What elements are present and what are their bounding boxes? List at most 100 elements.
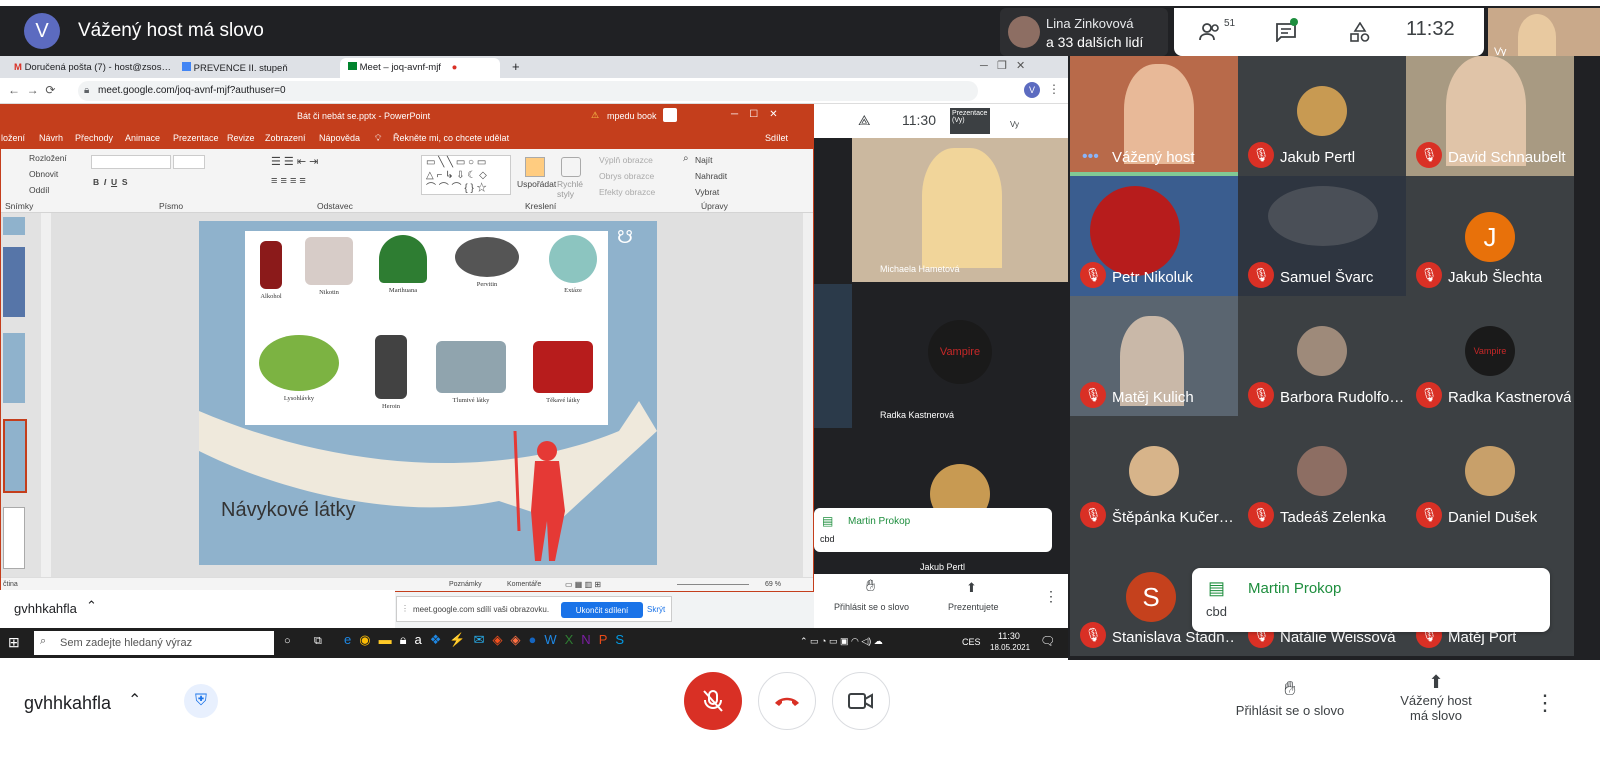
font-size-select[interactable] (173, 155, 205, 169)
tab-prevence[interactable]: PREVENCE II. stupeň (174, 58, 338, 78)
tile-samuel-svarc[interactable]: 🎙︎ Samuel Švarc (1238, 176, 1406, 296)
select-button[interactable]: Vybrat (695, 187, 719, 197)
cortana-icon[interactable]: ○ (284, 635, 291, 647)
slide-thumb[interactable] (3, 217, 25, 235)
menu-help[interactable]: Nápověda (319, 133, 360, 143)
new-tab-icon[interactable]: + (512, 59, 520, 74)
list-icons[interactable]: ☰ ☰ ⇤ ⇥ (271, 155, 318, 168)
inner-presenting-chip[interactable]: Prezentace (Vy) (950, 108, 990, 134)
input-language[interactable]: CES (962, 637, 981, 647)
inner-activities-icon[interactable]: ⟁ (858, 112, 871, 129)
arrange-button[interactable]: Uspořádat (517, 179, 556, 189)
menu-animations[interactable]: Animace (125, 133, 160, 143)
view-icons[interactable]: ▭ ▦ ▥ ⊞ (565, 580, 601, 589)
chevron-up-icon[interactable]: ⌃ (86, 598, 97, 614)
font-family-select[interactable] (91, 155, 171, 169)
system-tray-icons[interactable]: ⌃ ▭ ◔ ▭ ▣ ◠ ◁) ☁ (800, 636, 883, 647)
tile-barbora[interactable]: 🎙︎ Barbora Rudolfo… (1238, 296, 1406, 416)
menu-review[interactable]: Revize (227, 133, 255, 143)
quick-styles-button[interactable]: Rychlé styly (557, 179, 587, 199)
shape-effects-button[interactable]: Efekty obrazce (599, 187, 655, 197)
quick-styles-icon[interactable] (561, 157, 581, 177)
inner-chat-notification[interactable]: ▤ Martin Prokop cbd (814, 508, 1052, 552)
window-controls[interactable]: ─ ❐ ✕ (980, 59, 1025, 72)
slide-scrollbar[interactable] (803, 213, 813, 577)
profile-avatar[interactable]: V (1024, 82, 1040, 98)
align-icons[interactable]: ≡ ≡ ≡ ≡ (271, 175, 306, 187)
activities-icon[interactable] (1344, 16, 1376, 48)
leave-call-button[interactable] (758, 672, 816, 730)
menu-view[interactable]: Zobrazení (265, 133, 306, 143)
shape-outline-button[interactable]: Obrys obrazce (599, 171, 654, 181)
shapes-gallery[interactable]: ▭ ╲ ╲ ▭ ○ ▭ △ ⌐ ↳ ⇩ ☾ ◇ ⌒ ⌒ ⌒ { } ☆ (421, 155, 511, 195)
more-options-icon[interactable]: ⋮ (1534, 690, 1556, 716)
camera-toggle-button[interactable] (832, 672, 890, 730)
inner-hand-icon[interactable]: ✋︎ (866, 578, 875, 596)
tab-gmail[interactable]: M Doručená pošta (7) - host@zsos… (6, 58, 170, 78)
speaker-chip[interactable]: Lina Zinkovová a 33 dalších lidí (1000, 8, 1168, 56)
task-view-icon[interactable]: ⧉ (314, 635, 322, 648)
layout-button[interactable]: Rozložení (29, 153, 67, 163)
menu-design[interactable]: Návrh (39, 133, 63, 143)
notes-button[interactable]: Poznámky (449, 581, 482, 588)
account-icon[interactable] (663, 108, 677, 122)
section-button[interactable]: Oddíl (29, 185, 49, 195)
stop-sharing-button[interactable]: Ukončit sdílení (561, 602, 643, 618)
tile-tadeas-zelenka[interactable]: 🎙︎ Tadeáš Zelenka (1238, 416, 1406, 536)
tile-david-schnaubelt[interactable]: 🎙︎ David Schnaubelt (1406, 56, 1574, 176)
tile-jakub-slechta[interactable]: J 🎙︎ Jakub Šlechta (1406, 176, 1574, 296)
nav-buttons[interactable]: ← → ⟳ (8, 83, 55, 97)
tile-daniel-dusek[interactable]: 🎙︎ Daniel Dušek (1406, 416, 1574, 536)
find-button[interactable]: Najít (695, 155, 712, 165)
tile-radka-kastnerova[interactable]: Vampire 🎙︎ Radka Kastnerová (1406, 296, 1574, 416)
chat-notification[interactable]: ▤ Martin Prokop cbd (1192, 568, 1550, 632)
tab-meet[interactable]: Meet – joq-avnf-mjf ● (340, 58, 500, 78)
menu-insert[interactable]: ložení (1, 133, 25, 143)
tell-me-input[interactable]: Řekněte mi, co chcete udělat (393, 133, 509, 143)
tile-vazeny-host[interactable]: ••• Vážený host (1070, 56, 1238, 176)
inner-presenting-label[interactable]: Prezentujete (948, 602, 999, 612)
raise-hand-button[interactable]: ✋︎ Přihlásit se o slovo (1220, 678, 1360, 718)
chevron-up-icon[interactable]: ⌃ (128, 690, 141, 710)
hide-banner-link[interactable]: Skrýt (647, 605, 665, 614)
bold-icon[interactable]: B I U S (93, 177, 128, 187)
drag-handle-icon[interactable]: ⋮ (401, 604, 409, 613)
slide-thumb[interactable] (3, 247, 25, 317)
recording-dot-icon: ● (451, 62, 458, 73)
tile-matej-kulich[interactable]: 🎙︎ Matěj Kulich (1070, 296, 1238, 416)
present-button[interactable]: ⬆ Vážený host má slovo (1390, 672, 1482, 723)
share-button[interactable]: Sdílet (765, 133, 788, 143)
taskbar-apps[interactable]: e◉▬🔒︎a❖⚡✉◈◈●WXNPS (344, 632, 774, 654)
ppt-window-controls[interactable]: ─ ☐ ✕ (731, 109, 778, 120)
slide-thumb-active[interactable] (3, 419, 27, 493)
menu-transitions[interactable]: Přechody (75, 133, 113, 143)
inner-present-icon[interactable]: ⬆ (966, 580, 977, 596)
chat-icon[interactable] (1270, 16, 1302, 48)
windows-start-icon[interactable]: ⊞ (8, 634, 20, 651)
inner-raise-hand-label[interactable]: Přihlásit se o slovo (834, 602, 909, 612)
menu-slideshow[interactable]: Prezentace (173, 133, 219, 143)
tile-stepanka[interactable]: 🎙︎ Štěpánka Kučer… (1070, 416, 1238, 536)
self-preview[interactable]: Vy (1488, 8, 1600, 60)
zoom-slider[interactable] (677, 584, 749, 585)
shield-icon[interactable]: ⛨ (184, 684, 218, 718)
arrange-icon[interactable] (525, 157, 545, 177)
participant-avatar (1297, 446, 1347, 496)
taskbar-search[interactable]: ⌕ Sem zadejte hledaný výraz (34, 631, 274, 655)
replace-button[interactable]: Nahradit (695, 171, 727, 181)
people-icon[interactable] (1194, 16, 1226, 48)
tile-jakub-pertl[interactable]: 🎙︎ Jakub Pertl (1238, 56, 1406, 176)
download-item[interactable]: gvhhkahfla (14, 601, 77, 616)
tile-petr-nikoluk[interactable]: 🎙︎ Petr Nikoluk (1070, 176, 1238, 296)
slide-thumb[interactable] (3, 507, 25, 569)
slide-thumb[interactable] (3, 333, 25, 403)
shape-fill-button[interactable]: Výplň obrazce (599, 155, 653, 165)
reset-button[interactable]: Obnovit (29, 169, 58, 179)
inner-more-icon[interactable]: ⋮ (1044, 588, 1058, 605)
comments-button[interactable]: Komentáře (507, 581, 541, 588)
mic-toggle-button[interactable] (684, 672, 742, 730)
notification-icon[interactable]: 🗨︎ (1040, 634, 1055, 648)
menu-icon[interactable]: ⋮ (1048, 82, 1060, 96)
meeting-code[interactable]: gvhhkahfla (24, 693, 111, 714)
thumb-scrollbar[interactable] (41, 213, 51, 577)
